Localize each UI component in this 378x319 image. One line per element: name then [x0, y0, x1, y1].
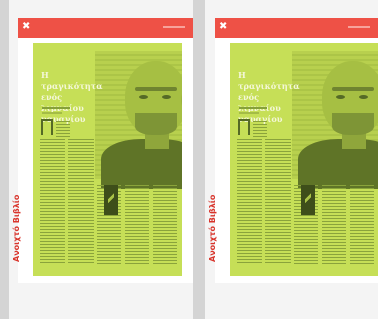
- section-label: Ανοιχτό Βιβλίο: [12, 194, 21, 262]
- body-text-column: [265, 139, 291, 264]
- body-text-column: [56, 121, 70, 137]
- body-text-column: [40, 139, 65, 264]
- article-byline-detail: [239, 112, 259, 114]
- brand-logo-icon: ✖: [22, 21, 31, 32]
- brand-bar-tagline: [163, 26, 185, 28]
- article-byline: [42, 107, 70, 109]
- brand-bar: ✖: [215, 18, 378, 38]
- body-text-column: [253, 121, 267, 137]
- article-headline: Η τραγικότητα ενός λιμναίου ναυαγίου: [238, 70, 300, 124]
- body-text-column: [125, 185, 149, 265]
- magazine-viewer: ✖ Η τραγικότητα ενός λιμναίου ναυαγίου: [0, 0, 378, 319]
- body-text-column: [350, 185, 374, 265]
- body-text-column: [153, 185, 177, 265]
- article-page[interactable]: Η τραγικότητα ενός λιμναίου ναυαγίου: [230, 43, 378, 276]
- article-byline: [239, 107, 267, 109]
- brand-logo-icon: ✖: [219, 21, 228, 32]
- section-label: Ανοιχτό Βιβλίο: [208, 194, 217, 262]
- brand-bar: ✖: [18, 18, 193, 38]
- page-thumbnail-1[interactable]: ✖ Η τραγικότητα ενός λιμναίου ναυαγίου: [9, 0, 193, 319]
- brand-bar-tagline: [348, 26, 370, 28]
- portrait-photo: [95, 51, 182, 189]
- inset-photo: [104, 185, 118, 215]
- body-text-column: [68, 139, 94, 264]
- body-text-column: [322, 185, 346, 265]
- article-headline: Η τραγικότητα ενός λιμναίου ναυαγίου: [41, 70, 103, 124]
- drop-cap: [41, 119, 53, 135]
- inset-photo: [301, 185, 315, 215]
- drop-cap: [238, 119, 250, 135]
- article-byline-detail: [42, 112, 62, 114]
- body-text-column: [237, 139, 262, 264]
- page-thumbnail-2[interactable]: ✖ Η τραγικότητα ενός λιμναίου ναυαγίου: [205, 0, 378, 319]
- article-page[interactable]: Η τραγικότητα ενός λιμναίου ναυαγίου: [33, 43, 182, 276]
- portrait-photo: [292, 51, 378, 189]
